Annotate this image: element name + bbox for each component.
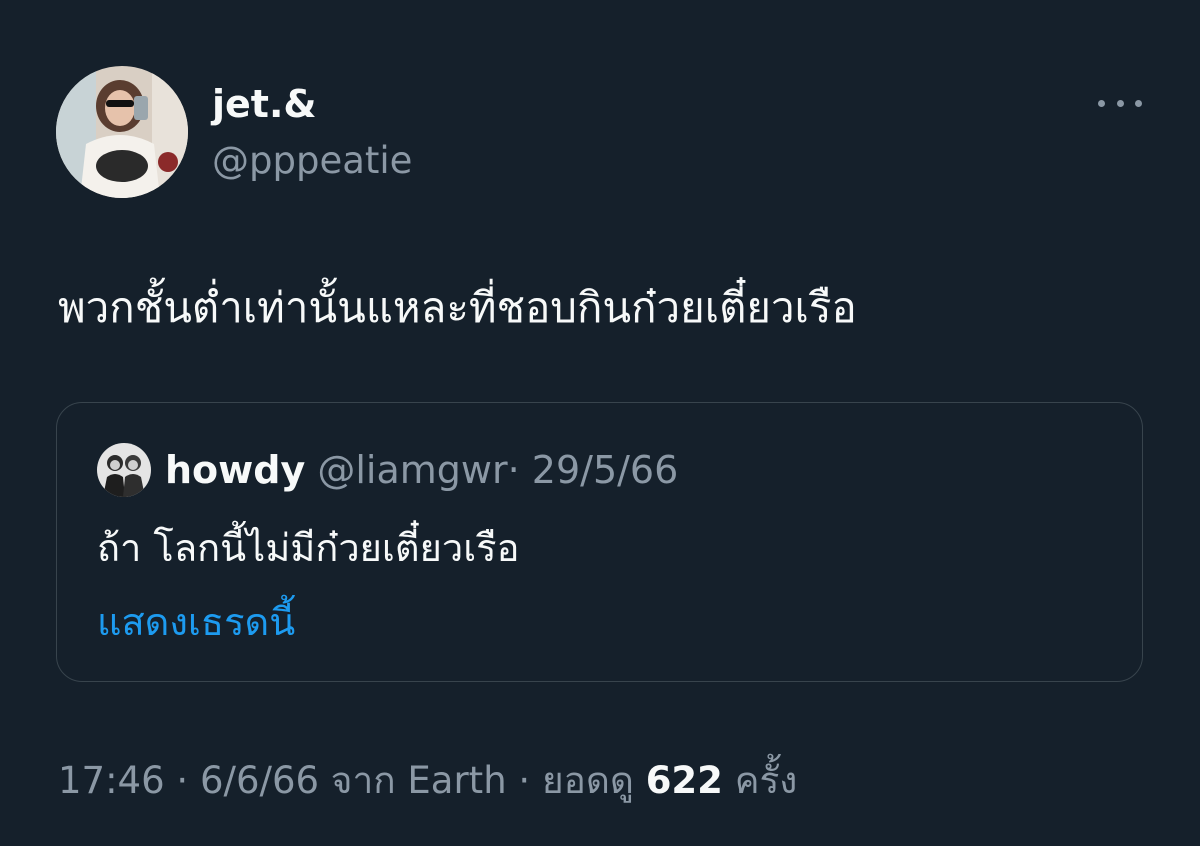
tweet: jet.& @pppeatie พวกชั้นต่ำเท่านั้นแหละที… xyxy=(0,0,1200,846)
quoted-text: ถ้า โลกนี้ไม่มีก๋วยเตี๋ยวเรือ xyxy=(97,526,520,570)
author-display-name[interactable]: jet.& xyxy=(212,80,317,128)
more-horizontal-icon[interactable] xyxy=(1094,86,1146,120)
quoted-header: howdy @liamgwr· 29/5/66 xyxy=(165,445,678,495)
quoted-handle[interactable]: @liamgwr xyxy=(317,448,507,492)
quoted-author-avatar-image xyxy=(97,443,151,497)
author-avatar-image xyxy=(56,66,188,198)
views-suffix: ครั้ง xyxy=(734,759,798,802)
views-prefix: ยอดดู xyxy=(541,759,634,802)
author-avatar[interactable] xyxy=(56,66,188,198)
more-dot xyxy=(1135,99,1142,107)
more-dot xyxy=(1116,99,1124,107)
author-handle[interactable]: @pppeatie xyxy=(212,138,412,184)
tweet-text: พวกชั้นต่ำเท่านั้นแหละที่ชอบกินก๋วยเตี๋ย… xyxy=(58,283,857,332)
meta-separator: · xyxy=(176,759,189,802)
quoted-date[interactable]: 29/5/66 xyxy=(532,448,679,492)
tweet-source: Earth xyxy=(407,759,507,802)
views-count[interactable]: 622 xyxy=(646,759,723,802)
more-dot xyxy=(1098,99,1105,107)
tweet-meta: 17:46 · 6/6/66 จาก Earth · ยอดดู 622 ครั… xyxy=(58,756,797,806)
quoted-author-avatar[interactable] xyxy=(97,443,151,497)
tweet-time[interactable]: 17:46 xyxy=(58,759,165,802)
source-prefix: จาก xyxy=(330,759,396,802)
quoted-separator: · xyxy=(507,448,520,492)
show-thread-link[interactable]: แสดงเธรดนี้ xyxy=(97,595,295,649)
quoted-display-name[interactable]: howdy xyxy=(165,448,305,492)
meta-separator: · xyxy=(518,759,531,802)
quoted-tweet[interactable]: howdy @liamgwr· 29/5/66 ถ้า โลกนี้ไม่มีก… xyxy=(56,402,1143,682)
tweet-date[interactable]: 6/6/66 xyxy=(200,759,319,802)
